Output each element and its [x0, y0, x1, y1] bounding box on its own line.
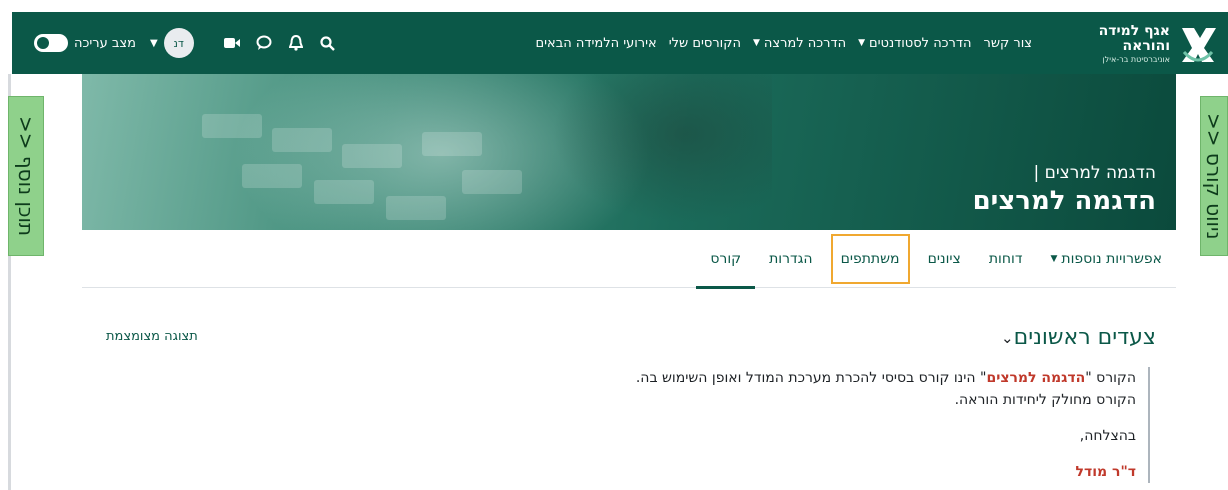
logo-mark-icon	[1178, 22, 1218, 66]
user-menu-chevron-icon[interactable]: ▼	[150, 38, 158, 49]
tab-more-options[interactable]: אפשרויות נוספות ▼	[1036, 230, 1176, 288]
course-name-emphasis: הדגמה למרצים	[986, 370, 1086, 386]
chevron-down-icon: ▼	[858, 38, 865, 48]
tab-settings[interactable]: הגדרות	[755, 230, 826, 288]
menu-student-guide[interactable]: הדרכה לסטודנטים ▼	[852, 36, 977, 51]
text-run: הקורס "	[1085, 370, 1136, 386]
course-category: הדגמה למרצים |	[1033, 163, 1156, 183]
course-secondary-nav: קורס הגדרות משתתפים ציונים דוחות אפשרויו…	[82, 230, 1176, 289]
section-summary: הקורס "הדגמה למרצים" הינו קורס בסיסי להכ…	[550, 367, 1150, 483]
drawer-label: ניווט קורס <<	[1202, 112, 1226, 240]
summary-paragraph-1: הקורס "הדגמה למרצים" הינו קורס בסיסי להכ…	[550, 367, 1136, 389]
menu-contact[interactable]: צור קשר	[978, 36, 1039, 51]
menu-label: הדרכה לסטודנטים	[869, 35, 972, 51]
drawer-toggle-extra-content[interactable]: תוכן נוסף <<	[8, 96, 44, 256]
chevron-down-icon[interactable]: ⌄	[1001, 329, 1014, 347]
chat-icon[interactable]	[254, 33, 274, 53]
course-title: הדגמה למרצים	[972, 186, 1156, 216]
logo-line2: והוראה	[1122, 38, 1170, 54]
tab-reports[interactable]: דוחות	[975, 230, 1037, 288]
tab-label: קורס	[710, 251, 742, 267]
site-logo[interactable]: אגף למידה והוראה אוניברסיטת בר-אילן	[1099, 20, 1218, 68]
tab-label: אפשרויות נוספות	[1061, 251, 1162, 267]
navbar-utilities: מצב עריכה ▼ דנ	[34, 12, 350, 74]
user-avatar[interactable]: דנ	[163, 28, 194, 58]
tab-participants[interactable]: משתתפים	[827, 230, 914, 288]
text-run: " הינו קורס בסיסי להכרת מערכת המודל ואופ…	[635, 370, 987, 386]
chevron-down-icon: ▼	[1050, 254, 1058, 264]
collapsed-view-link[interactable]: תצוגה מצומצמת	[106, 329, 198, 344]
summary-greeting: בהצלחה,	[1079, 428, 1136, 444]
logo-text: אגף למידה והוראה אוניברסיטת בר-אילן	[1099, 24, 1170, 64]
menu-label: צור קשר	[983, 35, 1033, 51]
summary-signature: ד"ר מודל	[1075, 464, 1136, 480]
primary-menu: אירועי הלמידה הבאים הקורסים שלי הדרכה למ…	[530, 12, 1039, 74]
tab-label: הגדרות	[769, 251, 813, 267]
tab-course[interactable]: קורס	[696, 230, 755, 289]
banner-heading: הדגמה למרצים | הדגמה למרצים	[973, 162, 1156, 218]
tab-label: משתתפים	[840, 251, 900, 267]
menu-label: הדרכה למרצה	[763, 35, 847, 51]
section-title: צעדים ראשונים	[1013, 325, 1156, 350]
menu-upcoming-events[interactable]: אירועי הלמידה הבאים	[530, 36, 663, 51]
drawer-toggle-course-navigation[interactable]: ניווט קורס <<	[1200, 96, 1228, 256]
top-navbar: אגף למידה והוראה אוניברסיטת בר-אילן אירו…	[12, 12, 1228, 74]
menu-label: אירועי הלמידה הבאים	[535, 35, 657, 51]
section-header[interactable]: ⌄ צעדים ראשונים	[991, 325, 1156, 350]
logo-line3: אוניברסיטת בר-אילן	[1102, 55, 1170, 64]
menu-my-courses[interactable]: הקורסים שלי	[663, 36, 747, 51]
summary-paragraph-2: הקורס מחולק ליחידות הוראה.	[954, 392, 1136, 408]
search-icon[interactable]	[318, 33, 338, 53]
tab-label: דוחות	[988, 251, 1023, 267]
tab-grades[interactable]: ציונים	[914, 230, 975, 288]
chevron-down-icon: ▼	[752, 38, 760, 48]
menu-label: הקורסים שלי	[668, 35, 741, 51]
bell-icon[interactable]	[286, 33, 306, 53]
video-icon[interactable]	[222, 33, 242, 53]
tab-label: ציונים	[927, 251, 961, 267]
course-content: ⌄ צעדים ראשונים תצוגה מצומצמת הקורס "הדג…	[82, 289, 1176, 490]
menu-lecturer-guide[interactable]: הדרכה למרצה ▼	[747, 36, 852, 51]
edit-mode-label: מצב עריכה	[74, 35, 136, 51]
edit-mode-toggle[interactable]	[34, 34, 68, 52]
logo-line1: אגף למידה	[1098, 23, 1170, 39]
drawer-label: תוכן נוסף <<	[14, 115, 38, 237]
course-banner: הדגמה למרצים | הדגמה למרצים	[82, 74, 1176, 230]
